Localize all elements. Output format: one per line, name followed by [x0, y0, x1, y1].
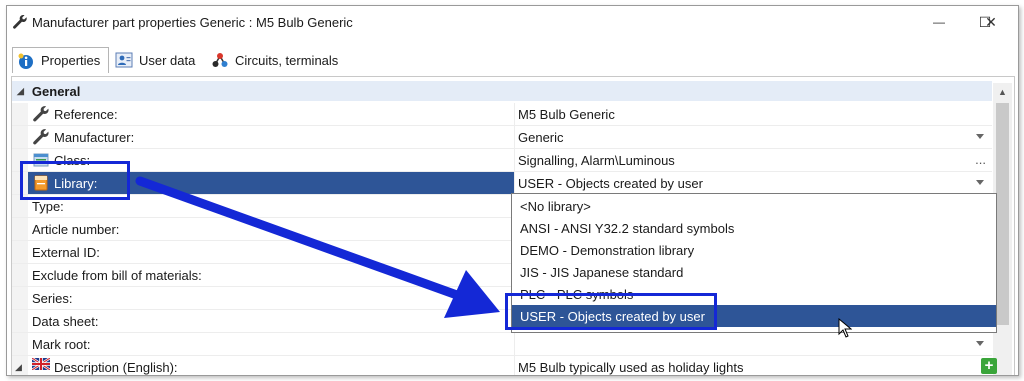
property-row-reference[interactable]: Reference: M5 Bulb Generic: [12, 103, 992, 126]
close-button[interactable]: ✕: [968, 6, 1014, 38]
property-row-class[interactable]: Class: Signalling, Alarm\Luminous ...: [12, 149, 992, 172]
window-title: Manufacturer part properties Generic : M…: [32, 15, 353, 30]
row-gutter: [12, 218, 28, 240]
property-label: Reference:: [54, 106, 118, 122]
property-row-description-english[interactable]: ◢ Description (English): M5 Bulb typical…: [12, 356, 992, 375]
property-name: External ID:: [32, 244, 100, 260]
circuits-icon: [211, 51, 229, 69]
row-gutter: [12, 126, 28, 148]
property-value[interactable]: [514, 333, 992, 355]
library-option[interactable]: <No library>: [512, 195, 996, 217]
tab-strip: Properties User data Circuits, terminals: [7, 43, 1018, 73]
property-label: Description (English):: [54, 359, 178, 375]
wrench-icon: [32, 105, 50, 123]
library-option[interactable]: ANSI - ANSI Y32.2 standard symbols: [512, 217, 996, 239]
uk-flag-icon: [32, 358, 50, 375]
property-value[interactable]: Signalling, Alarm\Luminous ...: [514, 149, 992, 171]
property-value[interactable]: M5 Bulb Generic: [514, 103, 992, 125]
close-icon: ✕: [985, 13, 997, 30]
tab-label: Properties: [41, 53, 101, 68]
category-general[interactable]: ◢ General: [12, 81, 992, 101]
mouse-cursor-icon: [838, 317, 853, 341]
value-text: USER - Objects created by user: [518, 175, 703, 191]
property-value[interactable]: Generic: [514, 126, 992, 148]
tab-label: User data: [139, 52, 196, 68]
collapse-icon[interactable]: ◢: [17, 86, 24, 97]
property-value[interactable]: M5 Bulb typically used as holiday lights: [514, 356, 992, 375]
property-name: Description (English):: [32, 356, 512, 375]
user-option-highlight: [505, 293, 717, 330]
property-value[interactable]: USER - Objects created by user: [514, 172, 992, 194]
library-option[interactable]: JIS - JIS Japanese standard: [512, 261, 996, 283]
property-row-manufacturer[interactable]: Manufacturer: Generic: [12, 126, 992, 149]
category-label: General: [31, 83, 81, 99]
row-gutter: ◢: [12, 356, 28, 375]
scrollbar-thumb[interactable]: [996, 103, 1009, 325]
row-gutter: [12, 103, 28, 125]
tab-label: Circuits, terminals: [235, 52, 339, 68]
browse-button[interactable]: ...: [975, 152, 986, 167]
title-bar: Manufacturer part properties Generic : M…: [7, 6, 1018, 38]
wrench-icon: [12, 14, 28, 33]
property-name: Data sheet:: [32, 313, 99, 329]
property-name: Exclude from bill of materials:: [32, 267, 202, 283]
property-name: Reference:: [32, 103, 512, 125]
property-name: Mark root:: [32, 336, 91, 352]
value-text: Generic: [518, 129, 564, 145]
user-card-icon: [115, 51, 133, 69]
dropdown-arrow-icon[interactable]: [976, 134, 984, 139]
row-gutter: [12, 333, 28, 355]
library-label-highlight: [20, 161, 130, 200]
property-name: Manufacturer:: [32, 126, 512, 148]
row-gutter: [12, 287, 28, 309]
row-gutter: [12, 310, 28, 332]
property-label: Manufacturer:: [54, 129, 135, 145]
scroll-up-icon[interactable]: ▲: [998, 87, 1007, 97]
property-name: Article number:: [32, 221, 120, 237]
add-description-button[interactable]: +: [981, 358, 997, 374]
property-row-library[interactable]: Library: USER - Objects created by user: [12, 172, 992, 195]
info-icon: [17, 52, 35, 70]
library-option[interactable]: DEMO - Demonstration library: [512, 239, 996, 261]
tab-user-data[interactable]: User data: [111, 47, 207, 73]
tab-properties[interactable]: Properties: [12, 47, 109, 73]
dropdown-arrow-icon[interactable]: [976, 341, 984, 346]
row-gutter: [12, 264, 28, 286]
tab-circuits-terminals[interactable]: Circuits, terminals: [207, 47, 347, 73]
wrench-icon: [32, 128, 50, 146]
row-gutter: [12, 241, 28, 263]
value-text: Signalling, Alarm\Luminous: [518, 152, 675, 168]
property-name: Series:: [32, 290, 73, 306]
expand-icon[interactable]: ◢: [15, 362, 22, 373]
dropdown-arrow-icon[interactable]: [976, 180, 984, 185]
